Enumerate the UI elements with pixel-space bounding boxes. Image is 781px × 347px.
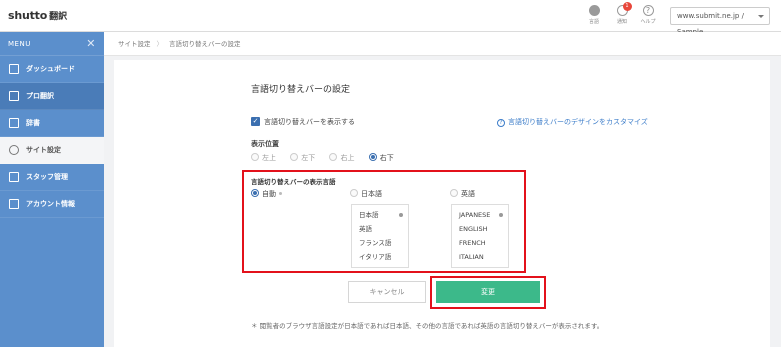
app-logo[interactable]: shutto 翻訳 (8, 9, 67, 22)
language-label: 言語 (588, 19, 599, 25)
sidebar-item-pro-translation[interactable]: プロ翻訳 (0, 83, 104, 110)
dot-icon (399, 213, 403, 217)
position-top-left[interactable]: 左上 (251, 153, 276, 162)
list-item: 日本語 (352, 208, 408, 222)
menu-label: MENU (8, 40, 31, 48)
list-item: JAPANESE (452, 208, 508, 222)
lang-option-auto[interactable]: 自動 (251, 189, 282, 199)
list-item: 英語 (352, 222, 408, 236)
radio-selected-icon (251, 189, 259, 197)
customize-link-text: 言語切り替えバーのデザインをカスタマイズ (508, 118, 648, 126)
japanese-label-list: 日本語 英語 フランス語 イタリア語 (351, 204, 409, 268)
sidebar-item-site-settings[interactable]: サイト設定 (0, 137, 104, 164)
lang-option-label: 日本語 (361, 190, 382, 198)
list-item-text: 英語 (359, 225, 372, 233)
submit-button[interactable]: 変更 (436, 281, 540, 303)
list-item-text: イタリア語 (359, 253, 392, 261)
position-option-label: 左上 (262, 154, 276, 162)
app-header: shutto 翻訳 言語 1 通知 ? ヘルプ www.submit.ne.jp … (0, 0, 781, 36)
logo-brand: shutto (8, 9, 48, 22)
lang-option-label: 英語 (461, 190, 475, 198)
list-item: イタリア語 (352, 250, 408, 264)
sidebar-menu-header: MENU ✕ (0, 32, 104, 56)
sidebar-item-account[interactable]: アカウント情報 (0, 191, 104, 218)
position-option-label: 右下 (379, 154, 394, 162)
position-bottom-left[interactable]: 左下 (290, 153, 316, 162)
list-item-text: 日本語 (359, 211, 379, 219)
question-icon: ? (497, 119, 505, 127)
site-select[interactable]: www.submit.ne.jp / Sample (670, 7, 770, 36)
radio-selected-icon (368, 153, 377, 161)
list-item: FRENCH (452, 236, 508, 250)
english-label-list: JAPANESE ENGLISH FRENCH ITALIAN (451, 204, 509, 268)
lang-option-japanese[interactable]: 日本語 (350, 189, 382, 199)
position-label: 表示位置 (251, 140, 279, 148)
sidebar-item-label: サイト設定 (26, 146, 61, 154)
list-item: ITALIAN (452, 250, 508, 264)
document-icon (9, 199, 19, 209)
sidebar-item-label: ダッシュボード (26, 65, 75, 73)
globe-icon (588, 5, 600, 16)
list-item-text: FRENCH (459, 239, 486, 247)
notifications-button[interactable]: 1 通知 (611, 2, 633, 25)
list-item-text: JAPANESE (459, 211, 491, 219)
sidebar-item-label: スタッフ管理 (26, 173, 68, 181)
sidebar-item-dashboard[interactable]: ダッシュボード (0, 56, 104, 83)
chevron-down-icon (758, 15, 764, 18)
position-bottom-right[interactable]: 右下 (368, 153, 394, 162)
dot-icon (499, 213, 503, 217)
position-top-right[interactable]: 右上 (329, 153, 355, 162)
sidebar-item-staff[interactable]: スタッフ管理 (0, 164, 104, 191)
book-icon (9, 118, 19, 128)
notifications-label: 通知 (616, 19, 627, 25)
breadcrumb-separator-icon: 〉 (156, 40, 164, 48)
radio-icon (290, 153, 299, 161)
radio-icon (450, 189, 458, 197)
logo-sub: 翻訳 (49, 12, 68, 22)
customize-design-link[interactable]: ? 言語切り替えバーのデザインをカスタマイズ (497, 117, 648, 127)
bell-icon: 1 (616, 2, 632, 16)
grid-icon (9, 91, 19, 101)
show-bar-label[interactable]: 言語切り替えバーを表示する (264, 117, 355, 127)
show-bar-checkbox[interactable]: ✓ (251, 117, 260, 126)
help-icon: ? (642, 5, 654, 16)
list-item: ENGLISH (452, 222, 508, 236)
dot-icon (279, 192, 282, 195)
sidebar-item-label: アカウント情報 (26, 200, 75, 208)
display-language-label: 言語切り替えバーの表示言語 (251, 178, 336, 186)
home-icon (9, 64, 19, 74)
language-menu-button[interactable]: 言語 (583, 5, 605, 25)
sidebar: MENU ✕ ダッシュボード プロ翻訳 辞書 サイト設定 スタッフ管理 アカウン… (0, 32, 104, 347)
list-item-text: ENGLISH (459, 225, 488, 233)
position-option-label: 左下 (301, 154, 316, 162)
list-item: フランス語 (352, 236, 408, 250)
breadcrumb-current: 言語切り替えバーの設定 (169, 40, 241, 48)
list-item-text: フランス語 (359, 239, 392, 247)
radio-icon (251, 153, 259, 161)
close-icon[interactable]: ✕ (86, 32, 96, 56)
gear-icon (9, 145, 19, 155)
position-radio-group: 左上 左下 右上 右下 (251, 153, 406, 163)
notification-badge: 1 (622, 2, 632, 11)
radio-icon (329, 153, 338, 161)
help-label: ヘルプ (640, 19, 656, 25)
radio-icon (350, 189, 358, 197)
position-option-label: 右上 (340, 154, 355, 162)
lang-option-english[interactable]: 英語 (450, 189, 475, 199)
sidebar-item-dictionary[interactable]: 辞書 (0, 110, 104, 137)
lang-option-label: 自動 (262, 190, 276, 198)
breadcrumb: サイト設定〉言語切り替えバーの設定 (104, 32, 781, 56)
help-button[interactable]: ? ヘルプ (637, 5, 659, 25)
cancel-button[interactable]: キャンセル (348, 281, 426, 303)
users-icon (9, 172, 19, 182)
page-title: 言語切り替えバーの設定 (251, 85, 351, 95)
sidebar-item-label: プロ翻訳 (26, 92, 54, 100)
list-item-text: ITALIAN (459, 253, 484, 261)
breadcrumb-parent[interactable]: サイト設定 (118, 40, 151, 48)
language-note: ＊ 閲覧者のブラウザ言語設定が日本語であれば日本語、その他の言語であれば英語の言… (251, 322, 604, 330)
sidebar-item-label: 辞書 (26, 119, 40, 127)
